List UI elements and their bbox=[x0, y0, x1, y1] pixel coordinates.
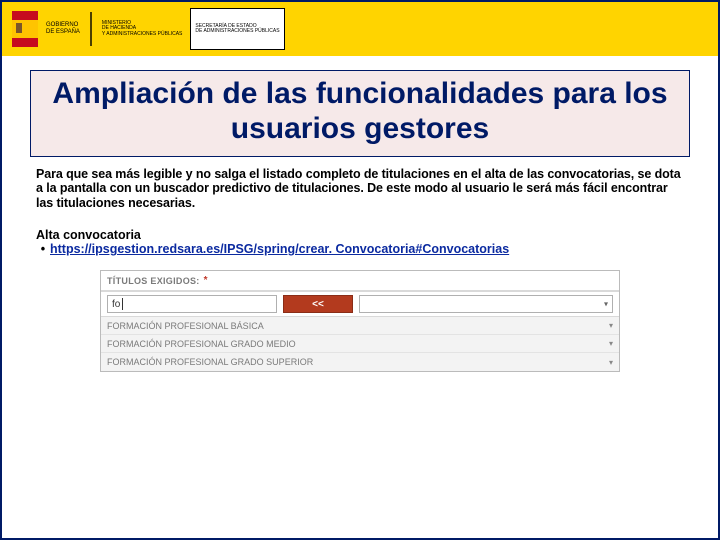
spain-flag-icon bbox=[12, 11, 38, 47]
chevron-down-icon: ▾ bbox=[604, 300, 608, 309]
dropdown-option-label: FORMACIÓN PROFESIONAL BÁSICA bbox=[107, 321, 264, 331]
chevron-down-icon: ▾ bbox=[609, 339, 613, 348]
dropdown-option[interactable]: FORMACIÓN PROFESIONAL GRADO SUPERIOR ▾ bbox=[101, 353, 619, 371]
slide-container: GOBIERNO DE ESPAÑA MINISTERIO DE HACIEND… bbox=[0, 0, 720, 540]
add-button[interactable]: << bbox=[283, 295, 353, 313]
section-label: Alta convocatoria bbox=[36, 228, 684, 242]
secretaria-box: SECRETARÍA DE ESTADO DE ADMINISTRACIONES… bbox=[190, 8, 284, 50]
add-button-label: << bbox=[312, 299, 324, 310]
divider bbox=[90, 12, 92, 46]
search-input-value: fo bbox=[112, 299, 120, 310]
titulacion-select[interactable]: ▾ bbox=[359, 295, 613, 313]
gobierno-text: GOBIERNO DE ESPAÑA bbox=[46, 8, 80, 50]
dropdown-option[interactable]: FORMACIÓN PROFESIONAL GRADO MEDIO ▾ bbox=[101, 335, 619, 353]
convocatoria-link[interactable]: https://ipsgestion.redsara.es/IPSG/sprin… bbox=[50, 242, 509, 256]
secretaria-line2: DE ADMINISTRACIONES PÚBLICAS bbox=[195, 29, 279, 35]
required-asterisk-icon: * bbox=[204, 275, 208, 286]
chevron-down-icon: ▾ bbox=[609, 321, 613, 330]
slide-title: Ampliación de las funcionalidades para l… bbox=[41, 77, 679, 146]
search-row: fo << ▾ bbox=[101, 292, 619, 316]
intro-paragraph: Para que sea más legible y no salga el l… bbox=[36, 167, 684, 210]
ministerio-text: MINISTERIO DE HACIENDA Y ADMINISTRACIONE… bbox=[102, 8, 182, 50]
bullet-dot: • bbox=[36, 242, 50, 256]
titulos-header: TÍTULOS EXIGIDOS: * bbox=[101, 271, 619, 292]
titulacion-search-input[interactable]: fo bbox=[107, 295, 277, 313]
chevron-down-icon: ▾ bbox=[609, 358, 613, 367]
dropdown-option-label: FORMACIÓN PROFESIONAL GRADO MEDIO bbox=[107, 339, 296, 349]
government-banner: GOBIERNO DE ESPAÑA MINISTERIO DE HACIEND… bbox=[2, 2, 718, 56]
dropdown-option-label: FORMACIÓN PROFESIONAL GRADO SUPERIOR bbox=[107, 357, 313, 367]
dropdown-option[interactable]: FORMACIÓN PROFESIONAL BÁSICA ▾ bbox=[101, 317, 619, 335]
form-screenshot: TÍTULOS EXIGIDOS: * fo << ▾ FORMACIÓN PR… bbox=[100, 270, 620, 372]
bullet-row: • https://ipsgestion.redsara.es/IPSG/spr… bbox=[36, 242, 684, 256]
titulos-label: TÍTULOS EXIGIDOS: bbox=[107, 276, 200, 286]
title-box: Ampliación de las funcionalidades para l… bbox=[30, 70, 690, 157]
autocomplete-dropdown: FORMACIÓN PROFESIONAL BÁSICA ▾ FORMACIÓN… bbox=[101, 316, 619, 371]
body-area: Para que sea más legible y no salga el l… bbox=[2, 167, 718, 372]
